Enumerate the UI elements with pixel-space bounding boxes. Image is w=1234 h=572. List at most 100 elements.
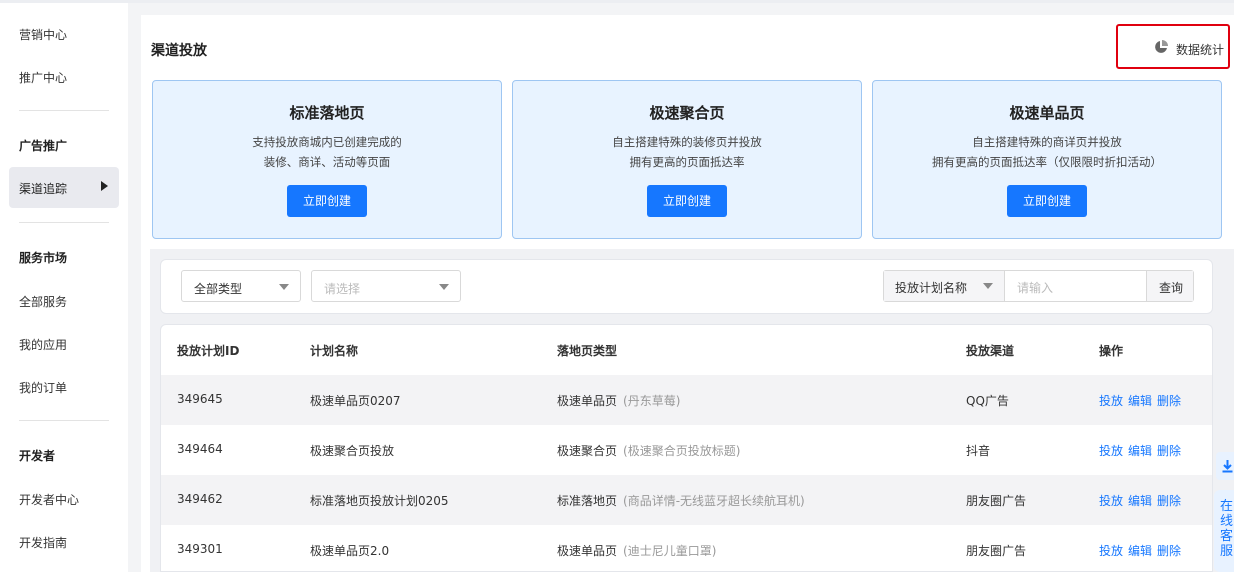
channel: 朋友圈广告 <box>966 494 1027 508</box>
sidebar-item-all-services[interactable]: 全部服务 <box>19 293 67 310</box>
card-title: 极速单品页 <box>1009 104 1085 122</box>
deliver-link[interactable]: 投放 <box>1099 394 1123 408</box>
sidebar-divider <box>19 420 109 421</box>
deliver-link[interactable]: 投放 <box>1099 494 1123 508</box>
card-desc-line1: 自主搭建特殊的商详页并投放 <box>972 135 1122 149</box>
plan-name: 极速聚合页投放 <box>310 444 395 458</box>
row-actions: 投放 编辑 删除 <box>1099 392 1186 409</box>
landing-type: 极速聚合页 (极速聚合页投放标题) <box>557 444 741 458</box>
sidebar-item-my-apps[interactable]: 我的应用 <box>19 336 67 353</box>
search-input[interactable]: 请输入 <box>1005 271 1146 301</box>
card-fast-aggregate: 极速聚合页 自主搭建特殊的装修页并投放 拥有更高的页面抵达率 立即创建 <box>512 80 862 239</box>
row-actions: 投放 编辑 删除 <box>1099 492 1186 509</box>
download-icon <box>1222 460 1233 473</box>
data-statistics-button[interactable]: 数据统计 <box>1116 24 1230 69</box>
table-row: 349462 标准落地页投放计划0205 标准落地页 (商品详情-无线蓝牙超长续航… <box>161 475 1212 525</box>
landing-type: 标准落地页 (商品详情-无线蓝牙超长续航耳机) <box>557 494 805 508</box>
search-button[interactable]: 查询 <box>1146 271 1193 301</box>
channel: 抖音 <box>966 444 991 458</box>
pie-chart-icon <box>1155 40 1168 53</box>
edit-link[interactable]: 编辑 <box>1128 444 1152 458</box>
secondary-select[interactable]: 请选择 <box>311 270 461 302</box>
table-row: 349645 极速单品页0207 极速单品页 (丹东草莓) QQ广告 投放 编辑 删除 <box>161 375 1212 425</box>
download-float-button[interactable] <box>1216 452 1234 480</box>
sidebar-group-ad: 广告推广 <box>19 139 68 153</box>
search-field-select[interactable]: 投放计划名称 <box>884 271 1005 301</box>
card-standard-landing: 标准落地页 支持投放商城内已创建完成的 装修、商详、活动等页面 立即创建 <box>152 80 502 239</box>
chevron-down-icon <box>439 284 449 290</box>
table-header: 投放计划ID 计划名称 落地页类型 投放渠道 操作 <box>161 325 1212 375</box>
online-service-label: 在线客服 <box>1220 499 1234 559</box>
delete-link[interactable]: 删除 <box>1157 494 1181 508</box>
row-actions: 投放 编辑 删除 <box>1099 542 1186 559</box>
top-divider <box>0 0 1234 3</box>
sidebar-group-developer: 开发者 <box>19 449 56 463</box>
sidebar-item-my-orders[interactable]: 我的订单 <box>19 379 67 396</box>
chevron-down-icon <box>279 284 289 290</box>
plan-name: 极速单品页0207 <box>310 394 401 408</box>
sidebar-divider <box>19 222 109 223</box>
sidebar-divider <box>19 110 109 111</box>
delete-link[interactable]: 删除 <box>1157 544 1181 558</box>
plan-name: 极速单品页2.0 <box>310 544 390 558</box>
sidebar: 营销中心 推广中心 广告推广 渠道追踪 服务市场 全部服务 我的应用 我的订单 … <box>0 3 128 572</box>
search-field-value: 投放计划名称 <box>895 281 968 295</box>
plan-name: 标准落地页投放计划0205 <box>310 494 449 508</box>
column-header: 落地页类型 <box>557 344 618 358</box>
online-service-button[interactable]: 在线客服 <box>1214 490 1234 572</box>
create-now-button[interactable]: 立即创建 <box>647 185 727 217</box>
card-desc-line2: 拥有更高的页面抵达率 <box>629 155 745 169</box>
create-now-button[interactable]: 立即创建 <box>287 185 367 217</box>
sidebar-item-promotion-center[interactable]: 推广中心 <box>19 69 67 86</box>
landing-type: 极速单品页 (迪士尼儿童口罩) <box>557 544 717 558</box>
landing-type: 极速单品页 (丹东草莓) <box>557 394 681 408</box>
edit-link[interactable]: 编辑 <box>1128 494 1152 508</box>
type-select[interactable]: 全部类型 <box>181 270 301 302</box>
plan-table: 投放计划ID 计划名称 落地页类型 投放渠道 操作 349645 极速单品页02… <box>160 324 1213 572</box>
sidebar-item-developer-guide[interactable]: 开发指南 <box>19 534 67 551</box>
deliver-link[interactable]: 投放 <box>1099 544 1123 558</box>
channel: QQ广告 <box>966 394 1009 408</box>
type-select-value: 全部类型 <box>194 282 243 296</box>
plan-id: 349645 <box>177 392 223 406</box>
page-title: 渠道投放 <box>151 43 207 59</box>
caret-right-icon <box>101 181 108 191</box>
column-header: 计划名称 <box>310 344 359 358</box>
plan-id: 349301 <box>177 542 223 556</box>
create-now-button[interactable]: 立即创建 <box>1007 185 1087 217</box>
table-row: 349464 极速聚合页投放 极速聚合页 (极速聚合页投放标题) 抖音 投放 编辑删… <box>161 425 1212 475</box>
column-header: 投放渠道 <box>966 344 1015 358</box>
sidebar-item-marketing-center[interactable]: 营销中心 <box>19 26 67 43</box>
card-title: 标准落地页 <box>289 104 365 122</box>
card-desc-line2: 装修、商详、活动等页面 <box>263 155 391 169</box>
plan-id: 349462 <box>177 492 223 506</box>
search-group: 投放计划名称 请输入 查询 <box>883 270 1194 302</box>
delete-link[interactable]: 删除 <box>1157 394 1181 408</box>
sidebar-item-label: 渠道追踪 <box>19 182 68 196</box>
sidebar-group-services: 服务市场 <box>19 251 68 265</box>
edit-link[interactable]: 编辑 <box>1128 394 1152 408</box>
secondary-select-placeholder: 请选择 <box>324 282 361 296</box>
card-desc-line1: 自主搭建特殊的装修页并投放 <box>612 135 762 149</box>
search-button-label: 查询 <box>1159 281 1184 295</box>
data-statistics-label: 数据统计 <box>1176 43 1225 57</box>
card-fast-single-product: 极速单品页 自主搭建特殊的商详页并投放 拥有更高的页面抵达率（仅限限时折扣活动）… <box>872 80 1222 239</box>
search-input-placeholder: 请输入 <box>1017 281 1054 295</box>
deliver-link[interactable]: 投放 <box>1099 444 1123 458</box>
filter-bar: 全部类型 请选择 投放计划名称 请输入 查询 <box>160 259 1213 314</box>
channel: 朋友圈广告 <box>966 544 1027 558</box>
card-title: 极速聚合页 <box>649 104 725 122</box>
column-header: 操作 <box>1099 344 1124 358</box>
chevron-down-icon <box>983 283 993 289</box>
main-panel: 渠道投放 数据统计 标准落地页 支持投放商城内已创建完成的 装修、商详、活动等页… <box>141 15 1234 572</box>
row-actions: 投放 编辑 删除 <box>1099 442 1186 459</box>
card-desc-line1: 支持投放商城内已创建完成的 <box>252 135 402 149</box>
column-header: 投放计划ID <box>177 344 240 358</box>
sidebar-item-channel-tracking[interactable]: 渠道追踪 <box>9 167 119 208</box>
plan-id: 349464 <box>177 442 223 456</box>
delete-link[interactable]: 删除 <box>1157 444 1181 458</box>
edit-link[interactable]: 编辑 <box>1128 544 1152 558</box>
sidebar-item-developer-center[interactable]: 开发者中心 <box>19 491 79 508</box>
list-area: 全部类型 请选择 投放计划名称 请输入 查询 投放计划ID 计划名称 落地页类型… <box>150 249 1234 572</box>
card-desc-line2: 拥有更高的页面抵达率（仅限限时折扣活动） <box>932 155 1162 169</box>
